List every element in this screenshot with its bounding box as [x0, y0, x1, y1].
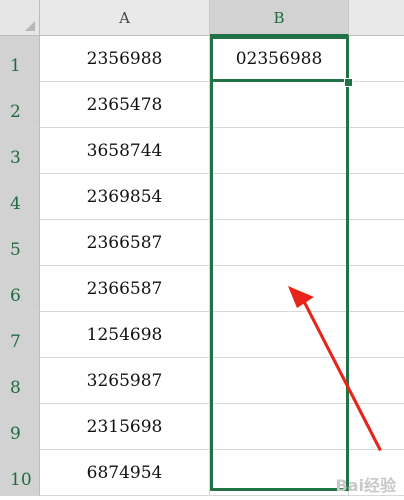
row-header-9[interactable]: 9 [0, 404, 40, 450]
row-header-10[interactable]: 10 [0, 450, 40, 496]
cell-a9[interactable]: 2315698 [40, 404, 210, 450]
row-header-7[interactable]: 7 [0, 312, 40, 358]
cell-a8[interactable]: 3265987 [40, 358, 210, 404]
cell-b1[interactable]: 02356988 [210, 36, 349, 82]
cell-b5[interactable] [210, 220, 349, 266]
select-all-corner[interactable] [0, 0, 40, 36]
cell-a1[interactable]: 2356988 [40, 36, 210, 82]
cell-b8[interactable] [210, 358, 349, 404]
cell-b6[interactable] [210, 266, 349, 312]
fill-handle[interactable] [344, 78, 353, 87]
cell-c6[interactable] [349, 266, 404, 312]
cell-b7[interactable] [210, 312, 349, 358]
cell-a5[interactable]: 2366587 [40, 220, 210, 266]
row-header-3[interactable]: 3 [0, 128, 40, 174]
cell-c5[interactable] [349, 220, 404, 266]
cell-c8[interactable] [349, 358, 404, 404]
cell-a2[interactable]: 2365478 [40, 82, 210, 128]
cell-a7[interactable]: 1254698 [40, 312, 210, 358]
cell-c3[interactable] [349, 128, 404, 174]
row-header-2[interactable]: 2 [0, 82, 40, 128]
column-header-a[interactable]: A [40, 0, 210, 36]
cell-a3[interactable]: 3658744 [40, 128, 210, 174]
cell-a6[interactable]: 2366587 [40, 266, 210, 312]
cell-b9[interactable] [210, 404, 349, 450]
cell-c4[interactable] [349, 174, 404, 220]
row-header-1[interactable]: 1 [0, 36, 40, 82]
cell-a4[interactable]: 2369854 [40, 174, 210, 220]
cell-a10[interactable]: 6874954 [40, 450, 210, 496]
row-header-5[interactable]: 5 [0, 220, 40, 266]
spreadsheet-grid: A B 1 2356988 02356988 2 2365478 3 3658744 4 236… [0, 0, 404, 500]
row-header-8[interactable]: 8 [0, 358, 40, 404]
cell-c9[interactable] [349, 404, 404, 450]
column-header-b[interactable]: B [210, 0, 349, 36]
cell-b10[interactable] [210, 450, 349, 496]
cell-b4[interactable] [210, 174, 349, 220]
cell-b2[interactable] [210, 82, 349, 128]
row-header-4[interactable]: 4 [0, 174, 40, 220]
row-header-6[interactable]: 6 [0, 266, 40, 312]
baidu-watermark: Bai经验 [335, 476, 396, 495]
cell-c7[interactable] [349, 312, 404, 358]
cell-c2[interactable] [349, 82, 404, 128]
cell-b3[interactable] [210, 128, 349, 174]
column-header-c[interactable] [349, 0, 404, 36]
cell-c1[interactable] [349, 36, 404, 82]
select-all-icon [25, 21, 35, 31]
